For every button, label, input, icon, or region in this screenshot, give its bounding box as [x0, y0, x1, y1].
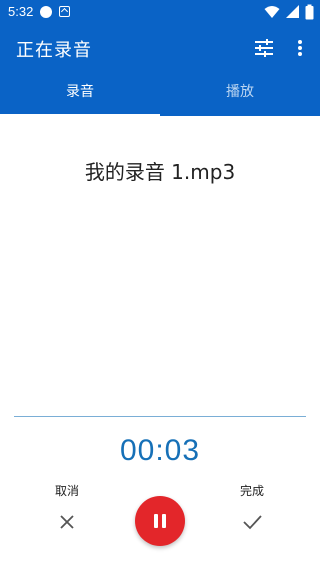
notification-dot-icon — [40, 6, 52, 18]
status-bar: 5:32 — [0, 0, 320, 24]
app-notification-icon — [59, 6, 70, 17]
page-title: 正在录音 — [16, 40, 92, 61]
battery-icon — [305, 4, 314, 20]
elapsed-time: 00:03 — [119, 434, 201, 467]
tab-record-label: 录音 — [66, 84, 94, 100]
done-label: 完成 — [239, 484, 264, 498]
waveform-baseline — [14, 416, 306, 417]
tab-playback-label: 播放 — [226, 84, 254, 100]
cancel-label: 取消 — [54, 484, 79, 498]
recording-file-name[interactable]: 我的录音 1.mp3 — [0, 156, 320, 185]
pause-icon-bar — [162, 514, 166, 528]
pause-button[interactable] — [135, 496, 185, 546]
pause-icon — [154, 514, 158, 528]
tab-bar: 录音 播放 — [0, 72, 320, 116]
more-vert-icon[interactable] — [290, 36, 310, 60]
active-tab-indicator — [0, 114, 160, 116]
tab-record[interactable]: 录音 — [0, 72, 160, 116]
done-button[interactable] — [240, 511, 264, 533]
check-icon — [243, 515, 262, 530]
status-time: 5:32 — [8, 4, 34, 19]
cancel-button[interactable] — [56, 511, 78, 533]
tab-playback[interactable]: 播放 — [160, 72, 320, 116]
wifi-icon — [264, 6, 280, 18]
tune-icon[interactable] — [252, 36, 276, 60]
status-icons — [264, 4, 314, 20]
cellular-icon — [285, 5, 299, 18]
app-bar: 正在录音 — [0, 24, 320, 72]
close-icon — [60, 515, 74, 529]
